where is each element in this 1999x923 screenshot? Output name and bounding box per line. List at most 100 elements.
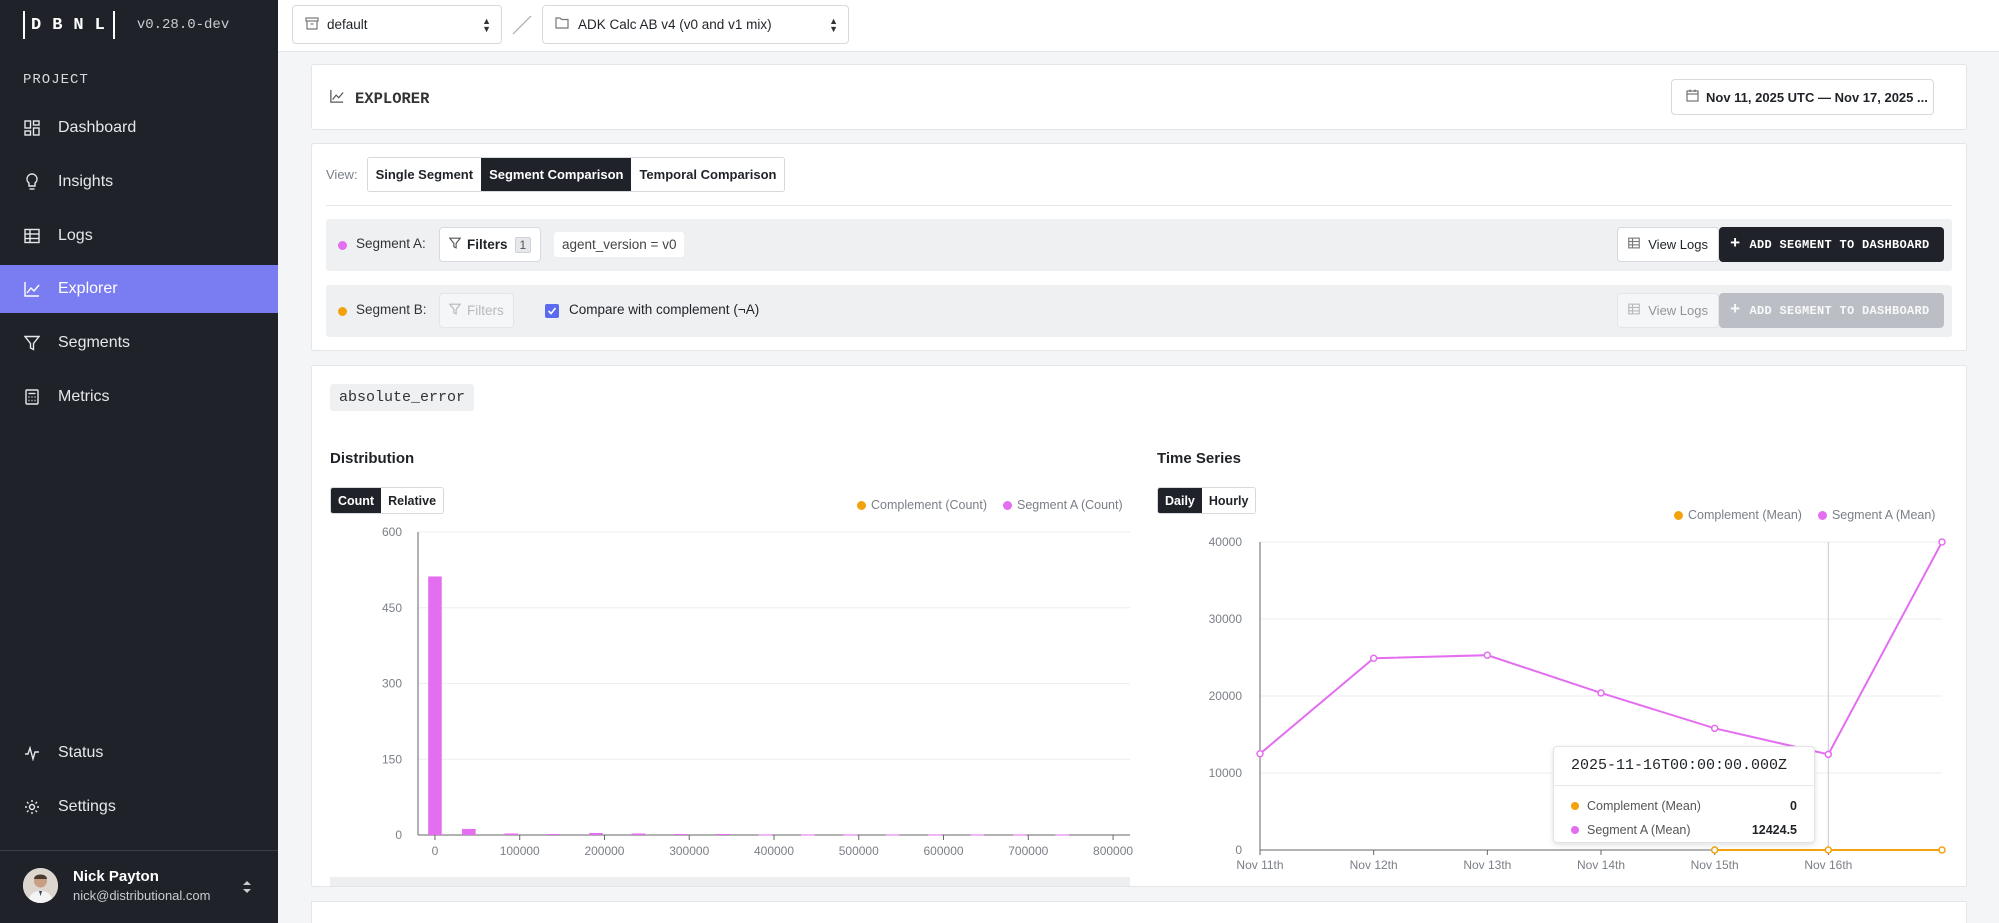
sidebar-item-label: Segments xyxy=(58,334,131,351)
histogram-bar xyxy=(1055,834,1069,836)
legend-item[interactable]: Complement (Mean) xyxy=(1674,508,1802,522)
namespace-select[interactable]: default ▲ ▼ xyxy=(292,5,502,44)
segment-b-view-logs-button[interactable]: View Logs xyxy=(1617,293,1719,328)
toggle-hourly[interactable]: Hourly xyxy=(1201,488,1256,513)
distribution-legend: Complement (Count) Segment A (Count) xyxy=(857,498,1123,512)
x-tick-label: 0 xyxy=(432,844,439,858)
tooltip-title: 2025-11-16T00:00:00.000Z xyxy=(1571,757,1788,774)
y-tick-label: 0 xyxy=(1235,843,1242,857)
x-tick-label: Nov 16th xyxy=(1804,858,1852,872)
sidebar: D B N L v0.28.0-dev PROJECT Dashboard In… xyxy=(0,0,278,923)
sidebar-item-label: Status xyxy=(58,744,104,761)
segment-a-filters-button[interactable]: Filters 1 xyxy=(439,227,542,262)
sidebar-section-title: PROJECT xyxy=(23,72,89,88)
y-tick-label: 450 xyxy=(382,601,402,615)
view-logs-label: View Logs xyxy=(1648,303,1708,318)
sidebar-item-status[interactable]: Status xyxy=(0,729,278,777)
divider xyxy=(326,205,1952,206)
segment-a-row: Segment A: Filters 1 agent_version = v0 … xyxy=(326,219,1952,271)
calendar-icon xyxy=(1686,89,1699,105)
gear-icon xyxy=(23,798,41,816)
tooltip-row-label: Segment A (Mean) xyxy=(1587,823,1691,837)
chart-line-icon xyxy=(23,280,41,298)
compare-complement-checkbox[interactable] xyxy=(545,304,559,318)
sidebar-item-label: Insights xyxy=(58,173,114,190)
legend-item[interactable]: Segment A (Mean) xyxy=(1817,508,1935,522)
segment-a-view-logs-button[interactable]: View Logs xyxy=(1617,227,1719,262)
user-name: Nick Payton xyxy=(73,868,159,885)
sidebar-item-metrics[interactable]: Metrics xyxy=(0,373,278,421)
breadcrumb-separator xyxy=(511,14,533,39)
view-single-segment[interactable]: Single Segment xyxy=(367,158,482,191)
y-tick-label: 300 xyxy=(382,677,402,691)
y-tick-label: 30000 xyxy=(1209,612,1243,626)
project-select-value: ADK Calc AB v4 (v0 and v1 mix) xyxy=(578,17,772,32)
legend-item[interactable]: Complement (Count) xyxy=(857,498,987,512)
data-point xyxy=(1483,651,1492,659)
sidebar-item-insights[interactable]: Insights xyxy=(0,158,278,206)
chevron-updown-icon[interactable] xyxy=(242,880,252,897)
histogram-bar xyxy=(462,828,476,835)
toggle-daily[interactable]: Daily xyxy=(1158,488,1202,513)
toggle-relative[interactable]: Relative xyxy=(381,488,444,513)
data-point xyxy=(1369,654,1378,663)
toggle-count[interactable]: Count xyxy=(331,488,382,513)
page-title: EXPLORER xyxy=(355,89,430,108)
logo-letter: D xyxy=(31,15,44,35)
y-tick-label: 0 xyxy=(395,828,402,842)
tooltip-row-value: 0 xyxy=(1790,799,1797,813)
project-select[interactable]: ADK Calc AB v4 (v0 and v1 mix) ▲ ▼ xyxy=(542,5,849,44)
histogram-bar xyxy=(631,833,646,835)
dbnl-logo[interactable]: D B N L xyxy=(23,11,115,39)
x-tick-label: Nov 11th xyxy=(1236,858,1283,872)
explorer-header: EXPLORER Nov 11, 2025 UTC — Nov 17, 2025… xyxy=(311,64,1967,130)
histogram-bar xyxy=(758,834,773,836)
sidebar-item-segments[interactable]: Segments xyxy=(0,319,278,367)
sidebar-item-dashboard[interactable]: Dashboard xyxy=(0,104,278,152)
dashboard-icon xyxy=(23,119,41,137)
plus-icon: + xyxy=(1730,301,1741,320)
archive-icon xyxy=(305,16,319,33)
avatar xyxy=(23,868,58,903)
filter-chip[interactable]: agent_version = v0 xyxy=(554,232,685,257)
histogram-bar xyxy=(504,833,519,835)
segment-a-dot xyxy=(338,241,347,250)
data-point xyxy=(1710,846,1719,854)
filter-icon xyxy=(448,237,462,252)
segment-b-filters-button[interactable]: Filters xyxy=(439,293,514,328)
view-temporal-comparison[interactable]: Temporal Comparison xyxy=(631,158,785,191)
date-range-text: Nov 11, 2025 UTC — Nov 17, 2025 ... xyxy=(1706,89,1928,105)
histogram-bar xyxy=(885,834,900,836)
sidebar-item-label: Dashboard xyxy=(58,119,137,136)
segment-b-dot xyxy=(338,307,347,316)
logo-letter: N xyxy=(73,15,86,35)
user-menu[interactable]: Nick Payton nick@distributional.com xyxy=(23,868,210,903)
histogram-bar xyxy=(673,833,688,835)
x-tick-label: Nov 12th xyxy=(1350,858,1398,872)
x-tick-label: 500000 xyxy=(839,844,879,858)
y-tick-label: 600 xyxy=(382,525,402,539)
legend-item[interactable]: Segment A (Count) xyxy=(1003,498,1123,512)
distribution-title: Distribution xyxy=(330,450,415,467)
x-tick-label: 100000 xyxy=(500,844,540,858)
segment-b-label: Segment B: xyxy=(356,302,427,317)
data-point xyxy=(1824,750,1833,759)
table-icon xyxy=(1628,237,1641,252)
x-tick-label: 300000 xyxy=(669,844,709,858)
namespace-select-value: default xyxy=(327,17,368,32)
sidebar-item-logs[interactable]: Logs xyxy=(0,212,278,260)
segment-b-add-to-dashboard-button[interactable]: + ADD SEGMENT TO DASHBOARD xyxy=(1719,293,1944,328)
sidebar-item-explorer[interactable]: Explorer xyxy=(0,265,278,313)
date-range-picker[interactable]: Nov 11, 2025 UTC — Nov 17, 2025 ... xyxy=(1671,79,1934,115)
view-segment-comparison[interactable]: Segment Comparison xyxy=(481,158,632,191)
segment-a-add-to-dashboard-button[interactable]: + ADD SEGMENT TO DASHBOARD xyxy=(1719,227,1944,262)
add-segment-label: ADD SEGMENT TO DASHBOARD xyxy=(1749,237,1930,252)
sidebar-item-settings[interactable]: Settings xyxy=(0,783,278,831)
compare-complement-label: Compare with complement (¬A) xyxy=(569,302,760,317)
topbar: default ▲ ▼ ADK Calc AB v4 (v0 and v1 mix… xyxy=(278,0,1999,52)
next-metric-card xyxy=(311,901,1967,923)
view-logs-label: View Logs xyxy=(1648,237,1708,252)
tooltip-row-value: 12424.5 xyxy=(1751,823,1797,837)
tooltip-row-label: Complement (Mean) xyxy=(1587,799,1701,813)
y-tick-label: 150 xyxy=(382,752,402,766)
